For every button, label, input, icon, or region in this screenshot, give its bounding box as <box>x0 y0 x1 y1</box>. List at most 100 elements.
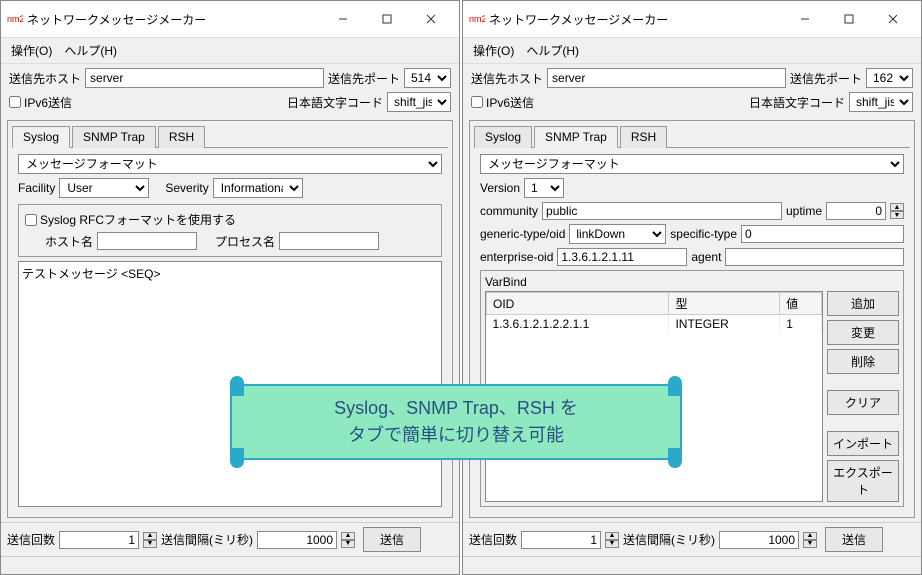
encoding-select[interactable]: shift_jis <box>387 92 451 112</box>
vb-delete-button[interactable]: 削除 <box>827 349 899 374</box>
window-title: ネットワークメッセージメーカー <box>489 11 783 28</box>
version-label: Version <box>480 181 520 195</box>
close-button[interactable] <box>871 5 915 33</box>
specific-type-input[interactable] <box>741 225 904 243</box>
send-button[interactable]: 送信 <box>825 527 883 552</box>
ipv6-checkbox-label[interactable]: IPv6送信 <box>9 94 72 111</box>
vb-header-oid[interactable]: OID <box>487 293 669 315</box>
send-count-input[interactable] <box>521 531 601 549</box>
tab-syslog[interactable]: Syslog <box>12 126 70 148</box>
vb-clear-button[interactable]: クリア <box>827 390 899 415</box>
minimize-button[interactable] <box>783 5 827 33</box>
severity-select[interactable]: Informational <box>213 178 303 198</box>
uptime-input[interactable] <box>826 202 886 220</box>
statusbar <box>1 556 459 574</box>
menu-help[interactable]: ヘルプ(H) <box>58 40 123 61</box>
ipv6-checkbox[interactable] <box>9 96 21 108</box>
encoding-label: 日本語文字コード <box>749 94 845 111</box>
ipv6-checkbox[interactable] <box>471 96 483 108</box>
svg-text:nm2: nm2 <box>469 14 485 24</box>
table-row[interactable]: 1.3.6.1.2.1.2.2.1.1 INTEGER 1 <box>487 315 822 334</box>
minimize-button[interactable] <box>321 5 365 33</box>
count-down[interactable]: ▼ <box>605 540 619 548</box>
send-interval-label: 送信間隔(ミリ秒) <box>623 531 715 548</box>
dest-port-label: 送信先ポート <box>790 70 862 87</box>
svg-text:nm2: nm2 <box>7 14 23 24</box>
interval-up[interactable]: ▲ <box>803 532 817 540</box>
varbind-title: VarBind <box>485 275 899 291</box>
dest-host-label: 送信先ホスト <box>9 70 81 87</box>
send-interval-input[interactable] <box>719 531 799 549</box>
interval-up[interactable]: ▲ <box>341 532 355 540</box>
maximize-button[interactable] <box>365 5 409 33</box>
send-count-label: 送信回数 <box>469 531 517 548</box>
app-icon: nm2 <box>469 11 485 27</box>
generic-type-label: generic-type/oid <box>480 227 565 241</box>
tab-strip: Syslog SNMP Trap RSH <box>8 122 452 148</box>
enterprise-oid-label: enterprise-oid <box>480 250 553 264</box>
menu-help[interactable]: ヘルプ(H) <box>520 40 585 61</box>
menu-operation[interactable]: 操作(O) <box>5 40 58 61</box>
tab-syslog[interactable]: Syslog <box>474 126 532 148</box>
tab-rsh[interactable]: RSH <box>620 126 667 148</box>
encoding-select[interactable]: shift_jis <box>849 92 913 112</box>
facility-select[interactable]: User <box>59 178 149 198</box>
interval-down[interactable]: ▼ <box>803 540 817 548</box>
count-up[interactable]: ▲ <box>143 532 157 540</box>
menubar: 操作(O) ヘルプ(H) <box>1 38 459 64</box>
encoding-label: 日本語文字コード <box>287 94 383 111</box>
hostname-input[interactable] <box>97 232 197 250</box>
version-select[interactable]: 1 <box>524 178 564 198</box>
menu-operation[interactable]: 操作(O) <box>467 40 520 61</box>
window-title: ネットワークメッセージメーカー <box>27 11 321 28</box>
vb-import-button[interactable]: インポート <box>827 431 899 456</box>
specific-type-label: specific-type <box>670 227 737 241</box>
message-format-select[interactable]: メッセージフォーマット <box>18 154 442 174</box>
send-count-input[interactable] <box>59 531 139 549</box>
window-left: nm2 ネットワークメッセージメーカー 操作(O) ヘルプ(H) 送信先ホスト … <box>0 0 460 575</box>
send-interval-input[interactable] <box>257 531 337 549</box>
vb-header-value[interactable]: 値 <box>780 293 822 315</box>
callout-annotation: Syslog、SNMP Trap、RSH を タブで簡単に切り替え可能 <box>230 384 682 460</box>
titlebar: nm2 ネットワークメッセージメーカー <box>1 1 459 38</box>
rfc-fieldset: Syslog RFCフォーマットを使用する ホスト名 プロセス名 <box>18 204 442 257</box>
message-format-select[interactable]: メッセージフォーマット <box>480 154 904 174</box>
count-down[interactable]: ▼ <box>143 540 157 548</box>
send-button[interactable]: 送信 <box>363 527 421 552</box>
generic-type-select[interactable]: linkDown <box>569 224 666 244</box>
tab-snmp[interactable]: SNMP Trap <box>534 126 618 148</box>
close-button[interactable] <box>409 5 453 33</box>
interval-down[interactable]: ▼ <box>341 540 355 548</box>
procname-input[interactable] <box>279 232 379 250</box>
vb-edit-button[interactable]: 変更 <box>827 320 899 345</box>
vb-add-button[interactable]: 追加 <box>827 291 899 316</box>
statusbar <box>463 556 921 574</box>
app-icon: nm2 <box>7 11 23 27</box>
dest-port-select[interactable]: 162 <box>866 68 913 88</box>
hostname-label: ホスト名 <box>45 233 93 250</box>
ipv6-checkbox-label[interactable]: IPv6送信 <box>471 94 534 111</box>
uptime-up[interactable]: ▲ <box>890 203 904 211</box>
tab-strip: Syslog SNMP Trap RSH <box>470 122 914 148</box>
send-count-label: 送信回数 <box>7 531 55 548</box>
dest-host-label: 送信先ホスト <box>471 70 543 87</box>
dest-host-input[interactable] <box>85 68 324 88</box>
dest-port-select[interactable]: 514 <box>404 68 451 88</box>
vb-export-button[interactable]: エクスポート <box>827 460 899 502</box>
maximize-button[interactable] <box>827 5 871 33</box>
uptime-label: uptime <box>786 204 822 218</box>
window-right: nm2 ネットワークメッセージメーカー 操作(O) ヘルプ(H) 送信先ホスト … <box>462 0 922 575</box>
tab-rsh[interactable]: RSH <box>158 126 205 148</box>
send-interval-label: 送信間隔(ミリ秒) <box>161 531 253 548</box>
count-up[interactable]: ▲ <box>605 532 619 540</box>
facility-label: Facility <box>18 181 55 195</box>
vb-header-type[interactable]: 型 <box>669 293 780 315</box>
community-label: community <box>480 204 538 218</box>
enterprise-oid-input[interactable] <box>557 248 687 266</box>
agent-input[interactable] <box>725 248 904 266</box>
dest-host-input[interactable] <box>547 68 786 88</box>
community-input[interactable] <box>542 202 782 220</box>
rfc-checkbox[interactable] <box>25 214 37 226</box>
tab-snmp[interactable]: SNMP Trap <box>72 126 156 148</box>
uptime-down[interactable]: ▼ <box>890 211 904 219</box>
